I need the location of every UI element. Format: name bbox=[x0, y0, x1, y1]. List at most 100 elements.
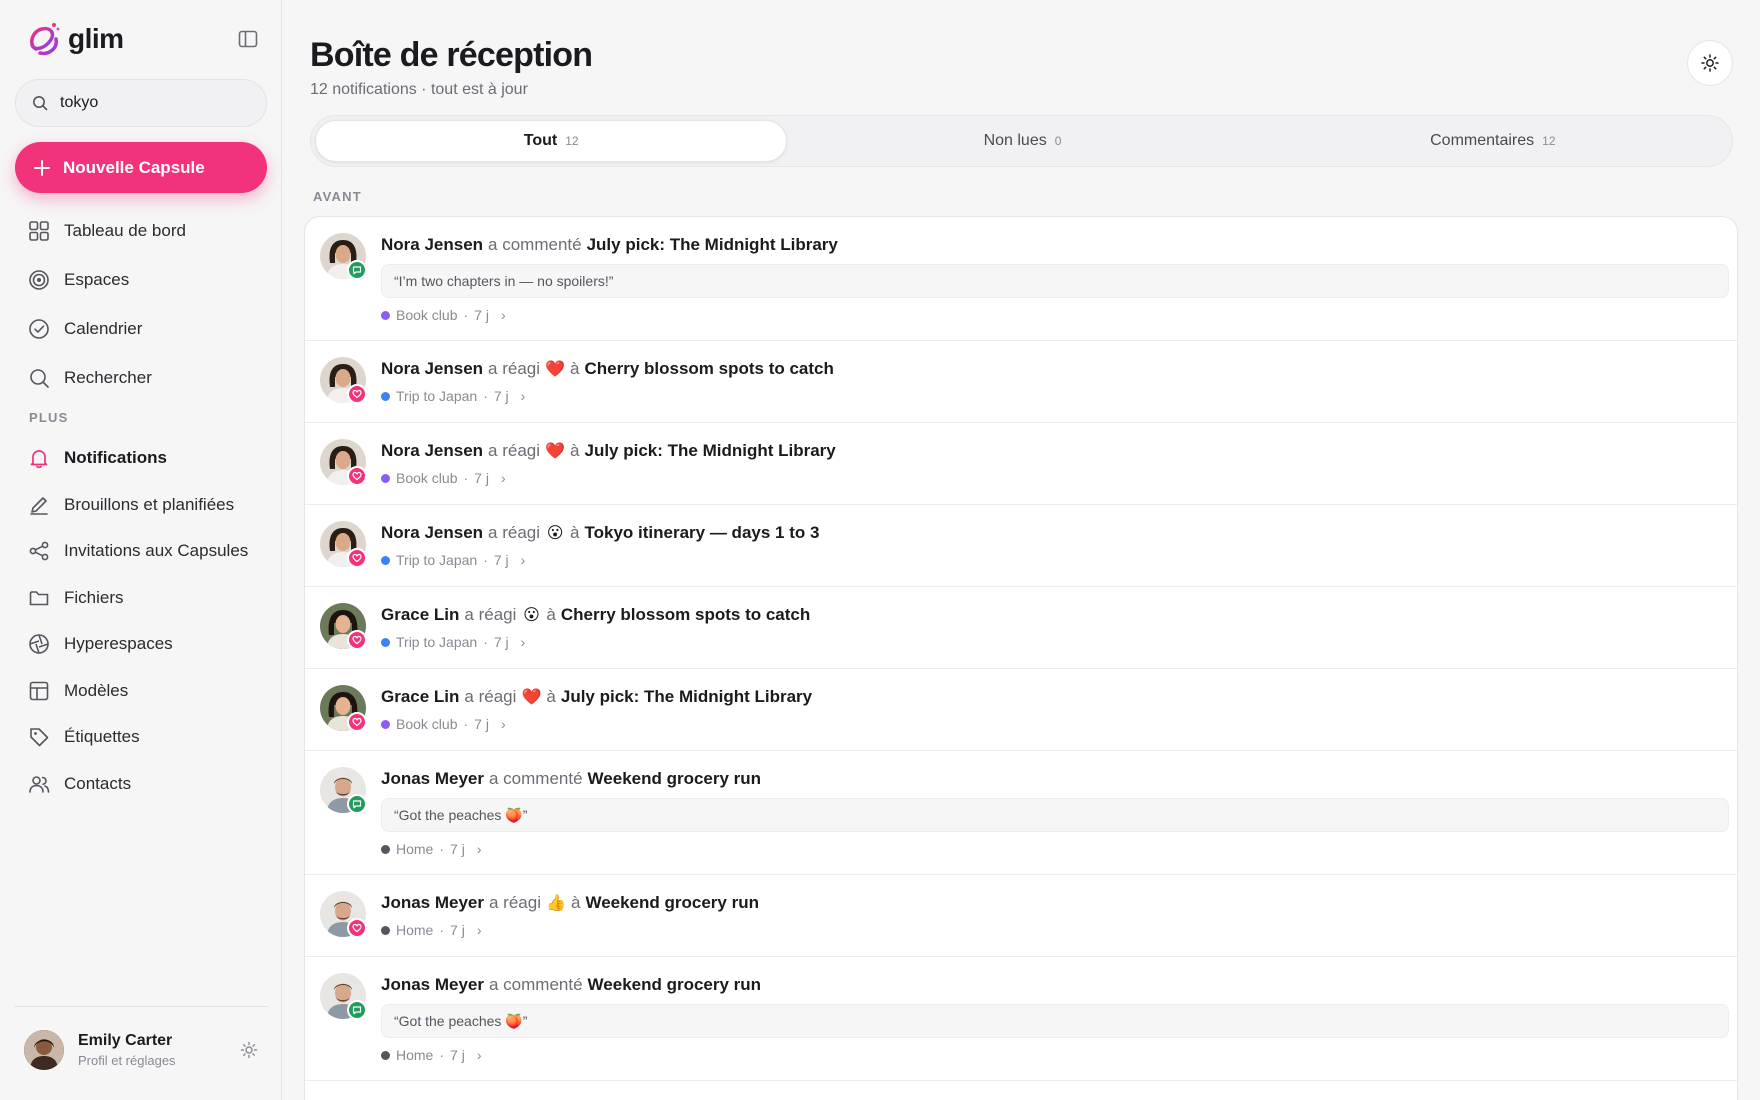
chevron-right-icon[interactable]: › bbox=[521, 634, 526, 650]
nav-item-hyperspaces[interactable]: Hyperespaces bbox=[15, 621, 267, 668]
space-color-dot bbox=[381, 391, 390, 401]
capsule-title[interactable]: Tokyo itinerary — days 1 to 3 bbox=[585, 523, 820, 543]
nav-item-dashboard[interactable]: Tableau de bord bbox=[15, 206, 267, 255]
capsule-title[interactable]: Cherry blossom spots to catch bbox=[585, 359, 834, 379]
nav-item-contacts[interactable]: Contacts bbox=[15, 761, 267, 808]
meta-separator: · bbox=[483, 552, 488, 568]
notification-row[interactable]: Jonas Meyer a commenté Weekend grocery run… bbox=[305, 751, 1737, 875]
space-color-dot bbox=[381, 310, 390, 320]
capsule-title[interactable]: July pick: The Midnight Library bbox=[587, 235, 838, 255]
nav-item-drafts[interactable]: Brouillons et planifiées bbox=[15, 482, 267, 529]
search-input[interactable] bbox=[60, 94, 240, 112]
notification-row[interactable]: Grace Lin a réagi ❤️ à July pick: The Midnig… bbox=[305, 669, 1737, 751]
actor-name[interactable]: Nora Jensen bbox=[381, 523, 483, 543]
chevron-right-icon[interactable]: › bbox=[521, 388, 526, 404]
actor-name[interactable]: Grace Lin bbox=[381, 605, 459, 625]
tab-comments[interactable]: Commentaires 12 bbox=[1258, 120, 1728, 162]
nav-item-label: Étiquettes bbox=[64, 727, 140, 747]
actor-name[interactable]: Grace Lin bbox=[381, 687, 459, 707]
notification-row[interactable]: Nora Jensen a commenté July pick: The Midn… bbox=[305, 217, 1737, 341]
brand[interactable]: glim bbox=[26, 18, 124, 60]
chevron-right-icon[interactable]: › bbox=[521, 552, 526, 568]
capsule-title[interactable]: Cherry blossom spots to catch bbox=[561, 605, 810, 625]
capsule-title[interactable]: July pick: The Midnight Library bbox=[561, 687, 812, 707]
capsule-title[interactable]: Weekend grocery run bbox=[585, 893, 759, 913]
chevron-right-icon[interactable]: › bbox=[501, 470, 506, 486]
notification-meta: Trip to Japan · 7 j › bbox=[381, 634, 1721, 650]
reaction-badge bbox=[347, 384, 367, 404]
nav-item-label: Espaces bbox=[64, 269, 130, 289]
space-color-dot bbox=[381, 473, 390, 483]
notification-text: Grace Lin a réagi 😮 à Cherry blossom spots t… bbox=[381, 605, 1721, 625]
space-color-dot bbox=[381, 1050, 390, 1060]
notification-row[interactable]: Nora Jensen a réagi 😮 à Tokyo itinerary — da… bbox=[305, 505, 1737, 587]
sidebar-toggle-button[interactable] bbox=[236, 28, 260, 50]
notification-meta: Trip to Japan · 7 j › bbox=[381, 388, 1721, 404]
notification-row[interactable]: Jonas Meyer a commenté Weekend grocery run… bbox=[305, 957, 1737, 1081]
space-name[interactable]: Home bbox=[396, 922, 433, 938]
space-name[interactable]: Trip to Japan bbox=[396, 388, 477, 404]
comment-badge bbox=[347, 794, 367, 814]
nav-item-spaces[interactable]: Espaces bbox=[15, 255, 267, 304]
chevron-right-icon[interactable]: › bbox=[501, 307, 506, 323]
tab-all[interactable]: Tout 12 bbox=[315, 120, 788, 162]
action-verb: a commenté bbox=[489, 769, 583, 788]
chevron-right-icon[interactable]: › bbox=[477, 1047, 482, 1063]
space-name[interactable]: Book club bbox=[396, 716, 457, 732]
capsule-title[interactable]: July pick: The Midnight Library bbox=[585, 441, 836, 461]
main-nav: Tableau de bord Espaces Calendrier Reche… bbox=[15, 206, 267, 430]
chevron-right-icon[interactable]: › bbox=[477, 922, 482, 938]
notification-row[interactable]: Nora Jensen a réagi ❤️ à Cherry blossom spot… bbox=[305, 341, 1737, 423]
space-color-dot bbox=[381, 555, 390, 565]
space-name[interactable]: Home bbox=[396, 841, 433, 857]
notification-row[interactable]: Grace Lin a réagi 😮 à Cherry blossom spots t… bbox=[305, 587, 1737, 669]
timestamp: 7 j bbox=[493, 552, 509, 568]
comment-preview: “I’m two chapters in — no spoilers!” bbox=[381, 264, 1729, 298]
nav-item-invitations[interactable]: Invitations aux Capsules bbox=[15, 528, 267, 575]
space-name[interactable]: Trip to Japan bbox=[396, 552, 477, 568]
reaction-emoji: 😮 bbox=[546, 525, 564, 542]
actor-name[interactable]: Jonas Meyer bbox=[381, 975, 484, 995]
tab-unread[interactable]: Non lues 0 bbox=[787, 120, 1257, 162]
actor-name[interactable]: Nora Jensen bbox=[381, 441, 483, 461]
notification-text: Nora Jensen a réagi ❤️ à July pick: The Midn… bbox=[381, 441, 1721, 461]
nav-item-notifications[interactable]: Notifications bbox=[15, 435, 267, 482]
profile-menu[interactable]: Emily Carter Profil et réglages bbox=[14, 1006, 268, 1092]
space-name[interactable]: Trip to Japan bbox=[396, 634, 477, 650]
sidebar-panel-icon bbox=[238, 30, 258, 48]
space-name[interactable]: Book club bbox=[396, 470, 457, 486]
settings-icon[interactable] bbox=[240, 1041, 258, 1059]
capsule-title[interactable]: Weekend grocery run bbox=[588, 769, 762, 789]
nav-item-tags[interactable]: Étiquettes bbox=[15, 714, 267, 761]
nav-item-calendar[interactable]: Calendrier bbox=[15, 304, 267, 353]
chevron-right-icon[interactable]: › bbox=[501, 716, 506, 732]
reaction-badge bbox=[347, 918, 367, 938]
actor-name[interactable]: Nora Jensen bbox=[381, 359, 483, 379]
theme-toggle-button[interactable] bbox=[1687, 40, 1733, 86]
space-name[interactable]: Home bbox=[396, 1047, 433, 1063]
actor-name[interactable]: Jonas Meyer bbox=[381, 769, 484, 789]
space-name[interactable]: Book club bbox=[396, 307, 457, 323]
sidebar-search[interactable] bbox=[15, 79, 267, 127]
aperture-icon bbox=[29, 634, 49, 655]
heart-icon bbox=[352, 923, 362, 933]
nav-item-search[interactable]: Rechercher bbox=[15, 353, 267, 402]
meta-separator: · bbox=[463, 307, 469, 323]
actor-name[interactable]: Jonas Meyer bbox=[381, 893, 484, 913]
tab-label: Commentaires bbox=[1430, 132, 1535, 149]
action-verb: a commenté bbox=[489, 975, 583, 994]
tab-label: Tout bbox=[523, 132, 558, 149]
actor-name[interactable]: Nora Jensen bbox=[381, 235, 483, 255]
check-circle-icon bbox=[29, 318, 49, 339]
new-capsule-button[interactable]: Nouvelle Capsule bbox=[15, 142, 267, 193]
nav-item-label: Contacts bbox=[64, 773, 132, 793]
nav-item-templates[interactable]: Modèles bbox=[15, 668, 267, 715]
notification-row[interactable]: Jonas Meyer a réagi 👍 à Weekend grocery run H… bbox=[305, 875, 1737, 957]
notification-row[interactable]: Nora Jensen a réagi ❤️ à July pick: The Midn… bbox=[305, 423, 1737, 505]
nav-item-files[interactable]: Fichiers bbox=[15, 575, 267, 622]
notification-meta: Book club · 7 j › bbox=[381, 716, 1721, 732]
more-nav: Notifications Brouillons et planifiées I… bbox=[15, 435, 267, 807]
chevron-right-icon[interactable]: › bbox=[477, 841, 482, 857]
capsule-title[interactable]: Weekend grocery run bbox=[588, 975, 762, 995]
profile-subtitle: Profil et réglages bbox=[78, 1052, 176, 1068]
